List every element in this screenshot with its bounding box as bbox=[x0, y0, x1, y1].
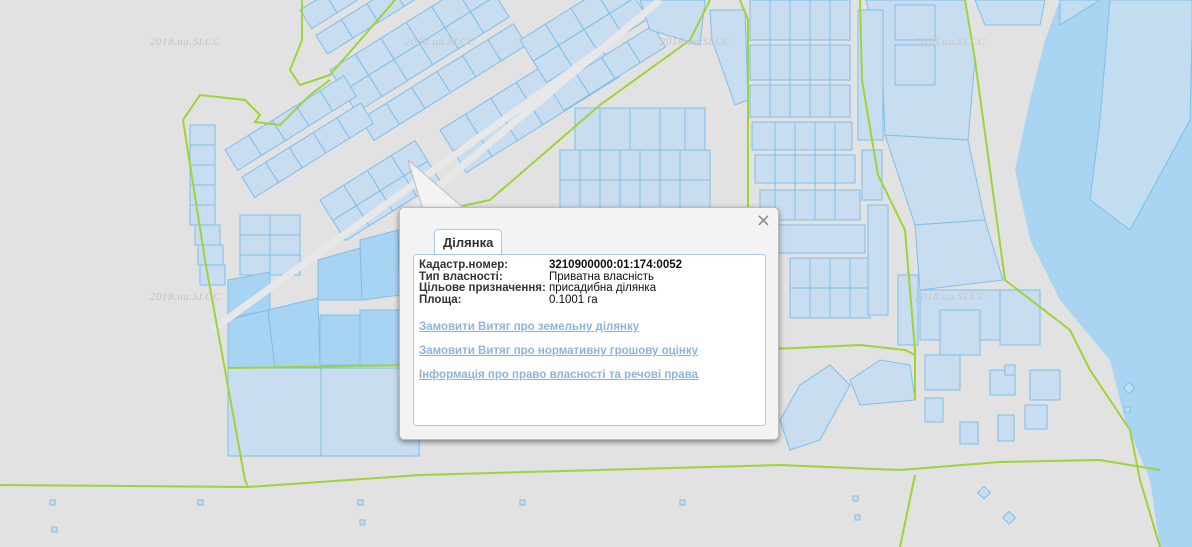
attr-area: Площа: 0.1001 га bbox=[419, 293, 682, 307]
order-parcel-extract-link[interactable]: Замовити Витяг про земельну ділянку bbox=[419, 321, 639, 333]
attr-cadastral-number: Кадастр.номер: 3210900000:01:174:0052 bbox=[419, 259, 683, 272]
watermark-text: 2018.ua.SLCC bbox=[150, 36, 221, 48]
parcel-info-popup: × Ділянка Кадастр.номер: 3210900000:01:1… bbox=[399, 207, 779, 440]
attr-value: присадибна ділянка bbox=[549, 282, 657, 294]
order-valuation-extract-link[interactable]: Замовити Витяг про нормативну грошову оц… bbox=[419, 345, 698, 357]
watermark-text: 2018.ua.SLCC bbox=[915, 291, 986, 303]
tab-parcel[interactable]: Ділянка bbox=[434, 229, 503, 255]
attr-value: 0.1001 га bbox=[549, 293, 598, 306]
attr-value: 3210900000:01:174:0052 bbox=[549, 259, 683, 271]
attr-label: Цільове призначення: bbox=[419, 282, 546, 294]
parcel-large bbox=[974, 0, 1046, 26]
attr-purpose: Цільове призначення: присадибна ділянка bbox=[419, 282, 682, 295]
parcel-block-bottom-left bbox=[227, 367, 420, 457]
attr-label: Площа: bbox=[419, 293, 462, 306]
watermark-text: 2018.ua.SLCC bbox=[915, 36, 986, 48]
watermark-text: 2018.ua.SLCC bbox=[660, 36, 731, 48]
watermark-text: 2018.ua.SLCC bbox=[150, 291, 221, 303]
parcel-info-panel: Кадастр.номер: 3210900000:01:174:0052 Ти… bbox=[413, 254, 766, 426]
parcel-attributes: Кадастр.номер: 3210900000:01:174:0052 Ти… bbox=[419, 259, 683, 307]
popup-pointer bbox=[408, 160, 467, 210]
close-icon[interactable]: × bbox=[756, 212, 771, 230]
attr-label: Кадастр.номер: bbox=[419, 259, 509, 271]
ownership-rights-info-link[interactable]: Інформація про право власності та речові… bbox=[419, 369, 698, 381]
watermark-text: 2018.ua.SLCC bbox=[405, 36, 476, 48]
